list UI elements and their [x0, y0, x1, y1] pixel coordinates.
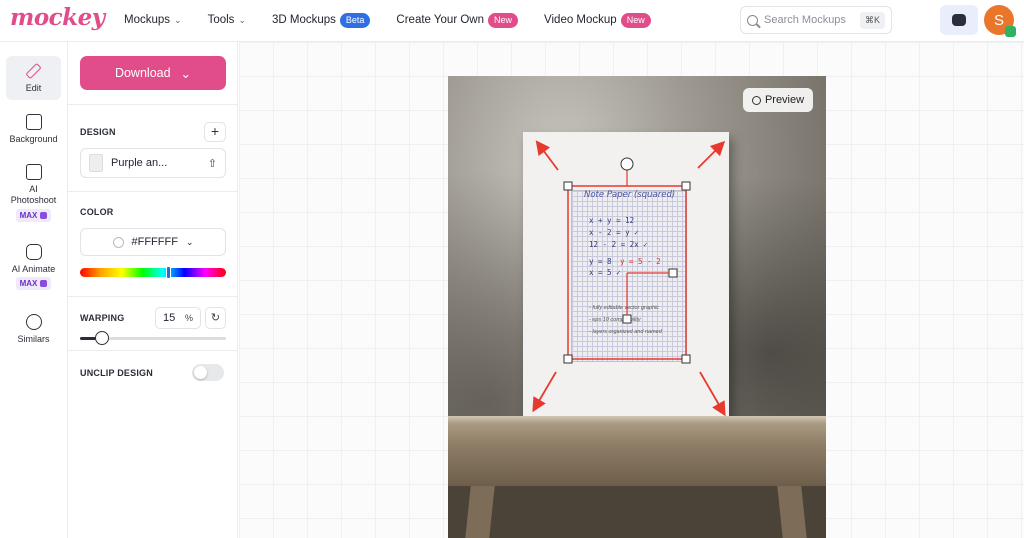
warping-value: 15	[163, 312, 176, 324]
warping-section-label: WARPING	[80, 313, 125, 323]
chevron-down-icon: ⌄	[238, 14, 246, 25]
hue-slider-handle[interactable]	[165, 266, 171, 279]
warping-slider-handle[interactable]	[94, 331, 109, 345]
max-badge: MAX	[15, 209, 52, 222]
extension-icon	[952, 14, 966, 26]
ai-animate-icon	[25, 244, 42, 260]
rail-item-ai-animate[interactable]: AI Animate MAX	[6, 244, 61, 290]
divider	[68, 296, 238, 297]
design-thumbnail	[89, 154, 103, 172]
add-design-button[interactable]: +	[204, 122, 226, 142]
search-placeholder: Search Mockups	[764, 14, 846, 26]
max-badge-label: MAX	[19, 279, 38, 288]
hue-slider[interactable]	[80, 268, 226, 277]
max-icon	[40, 280, 48, 287]
rail-item-edit[interactable]: Edit	[6, 56, 61, 100]
beta-badge: Beta	[339, 12, 371, 28]
nav-mockups[interactable]: Mockups ⌄	[124, 14, 182, 26]
status-dot-icon	[1005, 26, 1016, 37]
paper-sheet	[523, 132, 729, 419]
eye-icon	[751, 95, 761, 105]
shelf-legs	[448, 486, 826, 538]
nav-3d-mockups[interactable]: 3D Mockups Beta	[271, 12, 371, 28]
nav-create-your-own[interactable]: Create Your Own New	[396, 12, 519, 28]
rail-item-ai-photoshoot[interactable]: AI Photoshoot MAX	[6, 164, 61, 222]
avatar[interactable]: S	[984, 5, 1016, 37]
nav-3d-mockups-label: 3D Mockups	[271, 14, 336, 26]
nav-video-mockup-label: Video Mockup	[544, 14, 617, 26]
design-file-row[interactable]: Purple an... ⇧	[80, 148, 226, 178]
search-shortcut: ⌘K	[859, 11, 885, 29]
color-picker[interactable]: #FFFFFF ⌄	[80, 228, 226, 256]
max-icon	[40, 212, 48, 219]
chevron-down-icon: ⌄	[180, 66, 192, 81]
color-value: #FFFFFF	[131, 236, 178, 248]
search-icon	[747, 14, 758, 26]
nav-tools[interactable]: Tools ⌄	[208, 14, 246, 26]
new-badge: New	[488, 12, 519, 28]
rail-item-label: AI Animate	[11, 264, 56, 274]
max-badge-label: MAX	[19, 211, 38, 220]
tool-rail: Edit Background AI Photoshoot MAX AI Ani…	[0, 42, 68, 538]
warping-unit: %	[184, 313, 193, 323]
design-section-label: DESIGN	[80, 127, 116, 137]
download-label: Download	[114, 66, 171, 80]
nav-video-mockup[interactable]: Video Mockup New	[544, 12, 651, 28]
color-section-label: COLOR	[80, 207, 114, 217]
rail-item-label: Background	[9, 134, 58, 144]
extension-button[interactable]	[940, 5, 978, 35]
ai-photoshoot-icon	[25, 164, 42, 180]
nav-create-your-own-label: Create Your Own	[396, 14, 485, 26]
warping-input[interactable]: 15 %	[155, 307, 201, 329]
design-name: Purple an...	[111, 157, 168, 169]
nav-mockups-label: Mockups	[124, 14, 171, 26]
mockup-preview-image	[448, 76, 826, 538]
upload-icon[interactable]: ⇧	[208, 157, 217, 170]
new-badge: New	[620, 12, 651, 28]
rail-item-background[interactable]: Background	[6, 114, 61, 144]
avatar-letter: S	[993, 11, 1004, 29]
search-input[interactable]: Search Mockups ⌘K	[740, 6, 892, 34]
rail-item-similars[interactable]: Similars	[6, 314, 61, 344]
divider	[68, 350, 238, 351]
main-nav: Mockups ⌄ Tools ⌄ 3D Mockups Beta Create…	[124, 0, 677, 40]
download-button[interactable]: Download ⌄	[80, 56, 226, 90]
background-icon	[25, 114, 42, 130]
edit-panel: Download ⌄ DESIGN + Purple an... ⇧ COLOR…	[68, 42, 238, 538]
unclip-section-label: UNCLIP DESIGN	[80, 368, 153, 378]
color-swatch	[112, 236, 124, 248]
top-navigation-bar: mockey Mockups ⌄ Tools ⌄ 3D Mockups Beta…	[0, 0, 1024, 42]
rail-item-label: Edit	[25, 83, 42, 93]
preview-label: Preview	[764, 94, 805, 106]
max-badge: MAX	[15, 277, 52, 290]
chevron-down-icon: ⌄	[174, 14, 182, 25]
wooden-shelf	[448, 416, 826, 486]
mockey-logo[interactable]: mockey	[10, 4, 105, 31]
divider	[68, 104, 238, 105]
pencil-icon	[25, 62, 42, 80]
divider	[68, 191, 238, 192]
nav-tools-label: Tools	[207, 14, 235, 26]
preview-button[interactable]: Preview	[743, 88, 813, 112]
rail-item-label: Similars	[17, 334, 50, 344]
chevron-down-icon: ⌄	[185, 236, 194, 247]
reset-warping-button[interactable]: ↻	[205, 307, 226, 329]
rail-item-label: AI Photoshoot	[10, 184, 57, 205]
unclip-design-toggle[interactable]	[192, 364, 224, 381]
similars-icon	[25, 314, 42, 330]
